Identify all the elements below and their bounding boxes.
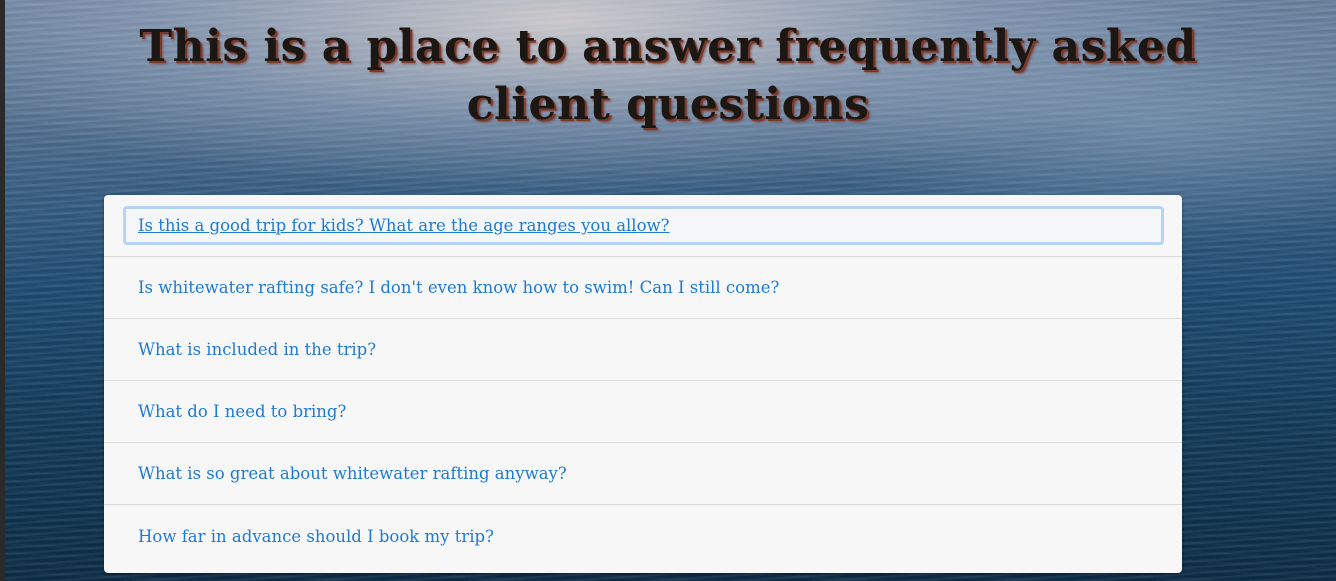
faq-question-link[interactable]: Is this a good trip for kids? What are t…: [138, 216, 670, 235]
faq-question-link[interactable]: What is so great about whitewater raftin…: [138, 464, 567, 483]
page-title: This is a place to answer frequently ask…: [139, 21, 1197, 130]
faq-question-link[interactable]: Is whitewater rafting safe? I don't even…: [138, 278, 779, 297]
faq-accordion: Is this a good trip for kids? What are t…: [104, 195, 1182, 573]
faq-item-why-rafting[interactable]: What is so great about whitewater raftin…: [104, 443, 1182, 505]
faq-question-link[interactable]: What is included in the trip?: [138, 340, 376, 359]
faq-item-booking[interactable]: How far in advance should I book my trip…: [104, 505, 1182, 567]
window-edge: [0, 0, 5, 581]
faq-item-included[interactable]: What is included in the trip?: [104, 319, 1182, 381]
faq-item-kids-age[interactable]: Is this a good trip for kids? What are t…: [104, 195, 1182, 257]
faq-item-bring[interactable]: What do I need to bring?: [104, 381, 1182, 443]
faq-item-safety[interactable]: Is whitewater rafting safe? I don't even…: [104, 257, 1182, 319]
faq-question-link[interactable]: What do I need to bring?: [138, 402, 346, 421]
faq-question-link[interactable]: How far in advance should I book my trip…: [138, 527, 494, 546]
